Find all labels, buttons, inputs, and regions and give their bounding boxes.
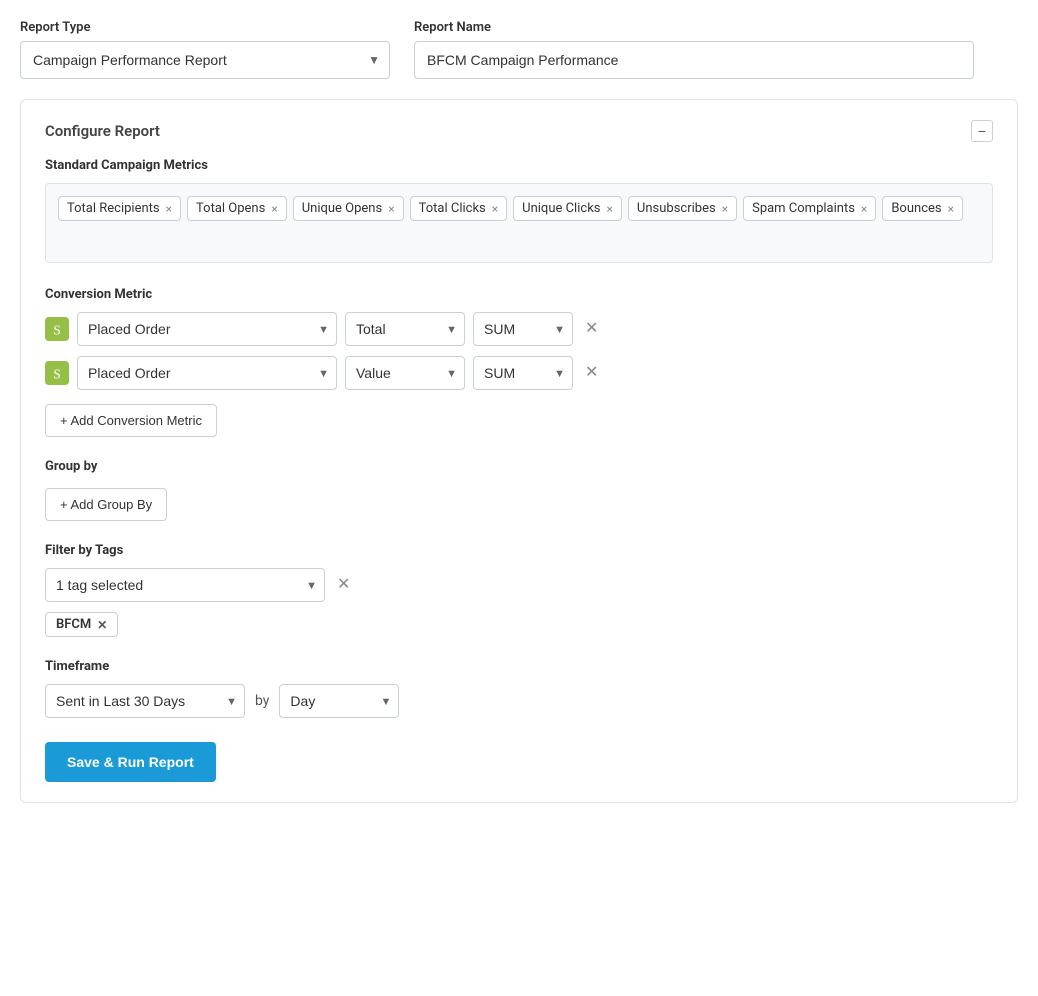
conversion-metric-title: Conversion Metric xyxy=(45,287,993,302)
tags-filter-select-wrap: 1 tag selected ▼ xyxy=(45,568,325,602)
metric-tag-remove-total-recipients[interactable]: × xyxy=(166,202,172,216)
metric-tag-remove-total-clicks[interactable]: × xyxy=(492,202,498,216)
timeframe-select[interactable]: Sent in Last 30 DaysSent in Last 7 DaysS… xyxy=(45,684,245,718)
conv-agg-select-0[interactable]: SUMAVGCOUNT xyxy=(473,312,573,346)
selected-tag-label-0: BFCM xyxy=(56,617,91,632)
conv-agg-wrap-1: SUMAVGCOUNT ▼ xyxy=(473,356,573,390)
report-type-select[interactable]: Campaign Performance Report xyxy=(20,41,390,79)
conv-agg-wrap-0: SUMAVGCOUNT ▼ xyxy=(473,312,573,346)
configure-title: Configure Report xyxy=(45,122,160,140)
timeframe-section: Timeframe Sent in Last 30 DaysSent in La… xyxy=(45,659,993,718)
save-run-button[interactable]: Save & Run Report xyxy=(45,742,216,782)
report-type-label: Report Type xyxy=(20,20,390,35)
metric-tag-unique-clicks: Unique Clicks× xyxy=(513,196,622,221)
tags-filter-row: 1 tag selected ▼ ✕ xyxy=(45,568,993,602)
shopify-icon: S xyxy=(45,317,69,341)
metric-tag-bounces: Bounces× xyxy=(882,196,963,221)
configure-header: Configure Report − xyxy=(45,120,993,142)
conv-agg-select-1[interactable]: SUMAVGCOUNT xyxy=(473,356,573,390)
report-name-input[interactable] xyxy=(414,41,974,79)
timeframe-select-wrap: Sent in Last 30 DaysSent in Last 7 DaysS… xyxy=(45,684,245,718)
collapse-icon: − xyxy=(978,123,986,139)
conv-event-select-0[interactable]: Placed Order xyxy=(77,312,337,346)
filter-by-tags-section: Filter by Tags 1 tag selected ▼ ✕ BFCM ✕ xyxy=(45,543,993,637)
metric-tag-total-recipients: Total Recipients× xyxy=(58,196,181,221)
collapse-button[interactable]: − xyxy=(971,120,993,142)
report-name-label: Report Name xyxy=(414,20,974,35)
metric-tag-total-opens: Total Opens× xyxy=(187,196,287,221)
configure-section: Configure Report − Standard Campaign Met… xyxy=(20,99,1018,803)
top-row: Report Type Campaign Performance Report … xyxy=(20,20,1018,79)
shopify-icon: S xyxy=(45,361,69,385)
selected-tag-badge-0: BFCM ✕ xyxy=(45,612,118,637)
tags-filter-select[interactable]: 1 tag selected xyxy=(45,568,325,602)
conv-event-wrap-1: Placed Order ▼ xyxy=(77,356,337,390)
report-type-select-wrapper: Campaign Performance Report ▼ xyxy=(20,41,390,79)
selected-tag-remove-0[interactable]: ✕ xyxy=(97,618,107,632)
metric-tag-total-clicks: Total Clicks× xyxy=(410,196,508,221)
conversion-metric-section: Conversion Metric S Placed Order ▼ Total… xyxy=(45,287,993,437)
standard-metrics-section: Standard Campaign Metrics Total Recipien… xyxy=(45,158,993,263)
metric-tag-unique-opens: Unique Opens× xyxy=(293,196,404,221)
metric-tag-spam-complaints: Spam Complaints× xyxy=(743,196,876,221)
svg-text:S: S xyxy=(53,366,60,381)
metric-tag-remove-total-opens[interactable]: × xyxy=(271,202,277,216)
timeframe-row: Sent in Last 30 DaysSent in Last 7 DaysS… xyxy=(45,684,993,718)
add-conversion-label: + Add Conversion Metric xyxy=(60,413,202,428)
day-select[interactable]: DayWeekMonth xyxy=(279,684,399,718)
add-conversion-metric-button[interactable]: + Add Conversion Metric xyxy=(45,404,217,437)
conversion-row-1: S Placed Order ▼ TotalValue ▼ SUMAVGCOUN… xyxy=(45,356,993,390)
metric-tag-remove-bounces[interactable]: × xyxy=(948,202,954,216)
metric-tag-remove-unsubscribes[interactable]: × xyxy=(722,202,728,216)
timeframe-title: Timeframe xyxy=(45,659,993,674)
day-select-wrap: DayWeekMonth ▼ xyxy=(279,684,399,718)
selected-tags-area: BFCM ✕ xyxy=(45,612,993,637)
tags-filter-remove-button[interactable]: ✕ xyxy=(333,573,354,597)
conversion-row-0: S Placed Order ▼ TotalValue ▼ SUMAVGCOUN… xyxy=(45,312,993,346)
conv-type-select-1[interactable]: TotalValue xyxy=(345,356,465,390)
metric-tag-unsubscribes: Unsubscribes× xyxy=(628,196,737,221)
group-by-section: Group by + Add Group By xyxy=(45,459,993,521)
add-group-by-button[interactable]: + Add Group By xyxy=(45,488,167,521)
filter-by-tags-title: Filter by Tags xyxy=(45,543,993,558)
conv-event-wrap-0: Placed Order ▼ xyxy=(77,312,337,346)
conv-type-wrap-0: TotalValue ▼ xyxy=(345,312,465,346)
metric-tag-remove-unique-clicks[interactable]: × xyxy=(607,202,613,216)
conv-type-select-0[interactable]: TotalValue xyxy=(345,312,465,346)
conv-row-remove-button-1[interactable]: ✕ xyxy=(581,361,602,385)
by-label: by xyxy=(255,693,269,709)
standard-metrics-tags-area: Total Recipients×Total Opens×Unique Open… xyxy=(45,183,993,263)
group-by-title: Group by xyxy=(45,459,993,474)
svg-text:S: S xyxy=(53,322,60,337)
add-group-by-label: + Add Group By xyxy=(60,497,152,512)
save-run-label: Save & Run Report xyxy=(67,754,194,770)
report-name-group: Report Name xyxy=(414,20,974,79)
standard-metrics-title: Standard Campaign Metrics xyxy=(45,158,993,173)
conv-row-remove-button-0[interactable]: ✕ xyxy=(581,317,602,341)
metric-tag-remove-unique-opens[interactable]: × xyxy=(388,202,394,216)
report-type-group: Report Type Campaign Performance Report … xyxy=(20,20,390,79)
conv-type-wrap-1: TotalValue ▼ xyxy=(345,356,465,390)
metric-tag-remove-spam-complaints[interactable]: × xyxy=(861,202,867,216)
conv-event-select-1[interactable]: Placed Order xyxy=(77,356,337,390)
